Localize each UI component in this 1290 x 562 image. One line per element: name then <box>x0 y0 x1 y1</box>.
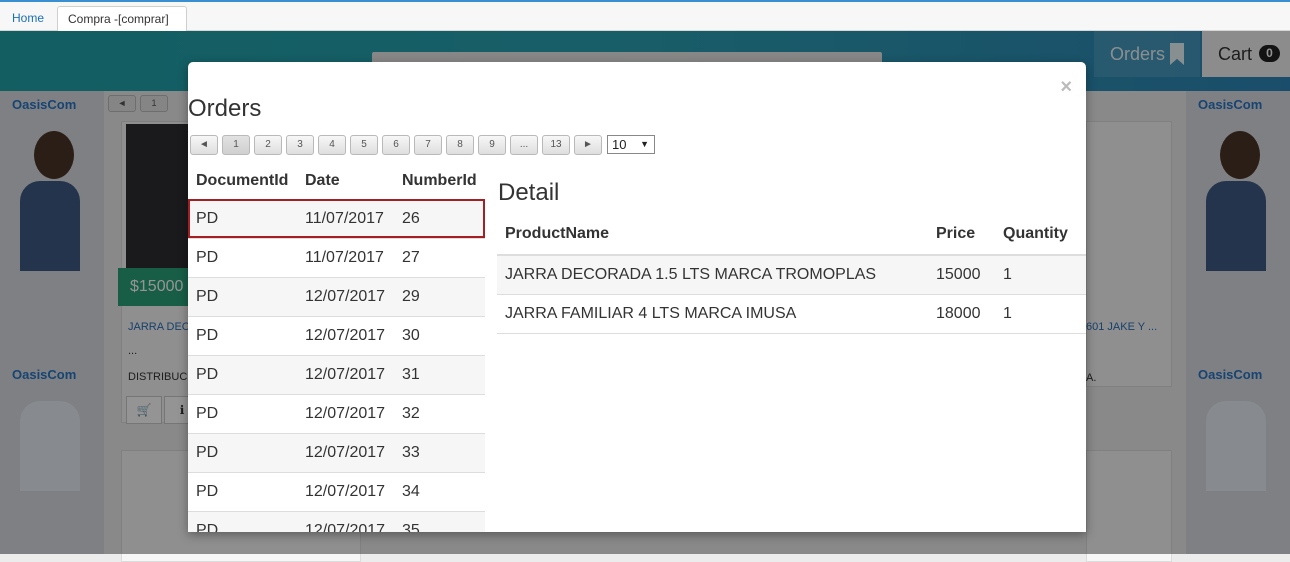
order-number: 33 <box>402 444 420 461</box>
column-header-documentid[interactable]: DocumentId <box>196 162 288 200</box>
detail-product: JARRA FAMILIAR 4 LTS MARCA IMUSA <box>505 305 797 322</box>
orders-table: DocumentId Date NumberId PD 11/07/2017 2… <box>188 162 485 532</box>
order-document: PD <box>196 444 219 461</box>
orders-title: Orders <box>188 95 262 122</box>
tab-compra[interactable]: Compra -[comprar] × <box>57 6 187 50</box>
order-document: PD <box>196 288 219 305</box>
column-header-quantity[interactable]: Quantity <box>1003 214 1068 254</box>
order-number: 35 <box>402 522 420 532</box>
order-date: 12/07/2017 <box>305 288 386 305</box>
detail-row[interactable]: JARRA DECORADA 1.5 LTS MARCA TROMOPLAS 1… <box>497 256 1086 295</box>
pager-page-button[interactable]: 8 <box>446 135 474 155</box>
detail-price: 18000 <box>936 305 981 322</box>
page-size-value: 10 <box>612 137 627 152</box>
order-date: 12/07/2017 <box>305 444 386 461</box>
column-header-price[interactable]: Price <box>936 214 975 254</box>
order-row[interactable]: PD 12/07/2017 32 <box>188 394 485 433</box>
order-date: 11/07/2017 <box>305 210 384 227</box>
order-row[interactable]: PD 12/07/2017 34 <box>188 472 485 511</box>
order-date: 12/07/2017 <box>305 327 386 344</box>
pager-page-button[interactable]: 2 <box>254 135 282 155</box>
order-date: 12/07/2017 <box>305 522 386 532</box>
order-date: 12/07/2017 <box>305 483 386 500</box>
order-number: 29 <box>402 288 420 305</box>
order-number: 26 <box>402 210 420 227</box>
pager-page-button[interactable]: 7 <box>414 135 442 155</box>
order-document: PD <box>196 366 219 383</box>
pager-page-button[interactable]: 5 <box>350 135 378 155</box>
order-document: PD <box>196 405 219 422</box>
detail-title: Detail <box>498 179 560 206</box>
order-date: 12/07/2017 <box>305 405 386 422</box>
tab-compra-label: Compra -[comprar] <box>68 12 169 26</box>
detail-table: ProductName Price Quantity JARRA DECORAD… <box>497 214 1086 334</box>
detail-product: JARRA DECORADA 1.5 LTS MARCA TROMOPLAS <box>505 266 877 283</box>
order-row[interactable]: PD 11/07/2017 27 <box>188 238 485 277</box>
order-document: PD <box>196 483 219 500</box>
order-row[interactable]: PD 12/07/2017 33 <box>188 433 485 472</box>
pager-page-button[interactable]: 6 <box>382 135 410 155</box>
pager-next-button[interactable]: ► <box>574 135 602 155</box>
detail-price: 15000 <box>936 266 981 283</box>
order-row[interactable]: PD 11/07/2017 26 <box>188 199 485 238</box>
tab-home[interactable]: Home <box>2 6 54 32</box>
chevron-down-icon: ▼ <box>640 139 649 149</box>
column-header-date[interactable]: Date <box>305 162 340 200</box>
detail-row[interactable]: JARRA FAMILIAR 4 LTS MARCA IMUSA 18000 1 <box>497 295 1086 334</box>
detail-quantity: 1 <box>1003 305 1012 322</box>
detail-quantity: 1 <box>1003 266 1012 283</box>
order-row[interactable]: PD 12/07/2017 35 <box>188 511 485 532</box>
pager-page-button[interactable]: 4 <box>318 135 346 155</box>
pager-ellipsis-button[interactable]: ... <box>510 135 538 155</box>
column-header-numberid[interactable]: NumberId <box>402 162 477 200</box>
order-document: PD <box>196 210 219 227</box>
order-number: 32 <box>402 405 420 422</box>
order-date: 12/07/2017 <box>305 366 386 383</box>
order-date: 11/07/2017 <box>305 249 384 266</box>
pager-prev-button[interactable]: ◄ <box>190 135 218 155</box>
order-row[interactable]: PD 12/07/2017 29 <box>188 277 485 316</box>
pager-page-button[interactable]: 3 <box>286 135 314 155</box>
orders-modal: × Orders ◄ 1 2 3 4 5 6 7 8 9 ... 13 ► 10… <box>188 62 1086 532</box>
order-number: 27 <box>402 249 420 266</box>
orders-table-header: DocumentId Date NumberId <box>188 162 485 199</box>
order-row[interactable]: PD 12/07/2017 31 <box>188 355 485 394</box>
order-document: PD <box>196 249 219 266</box>
order-number: 30 <box>402 327 420 344</box>
order-number: 34 <box>402 483 420 500</box>
column-header-productname[interactable]: ProductName <box>505 214 609 254</box>
pager-page-button[interactable]: 9 <box>478 135 506 155</box>
page-size-select[interactable]: 10 ▼ <box>607 135 655 154</box>
order-row[interactable]: PD 12/07/2017 30 <box>188 316 485 355</box>
close-icon[interactable]: × <box>1060 76 1072 99</box>
order-document: PD <box>196 327 219 344</box>
detail-table-header: ProductName Price Quantity <box>497 214 1086 256</box>
pager-page-button[interactable]: 13 <box>542 135 570 155</box>
order-number: 31 <box>402 366 420 383</box>
order-document: PD <box>196 522 219 532</box>
tab-bar: Home Compra -[comprar] × <box>0 0 1290 50</box>
pager-page-button[interactable]: 1 <box>222 135 250 155</box>
